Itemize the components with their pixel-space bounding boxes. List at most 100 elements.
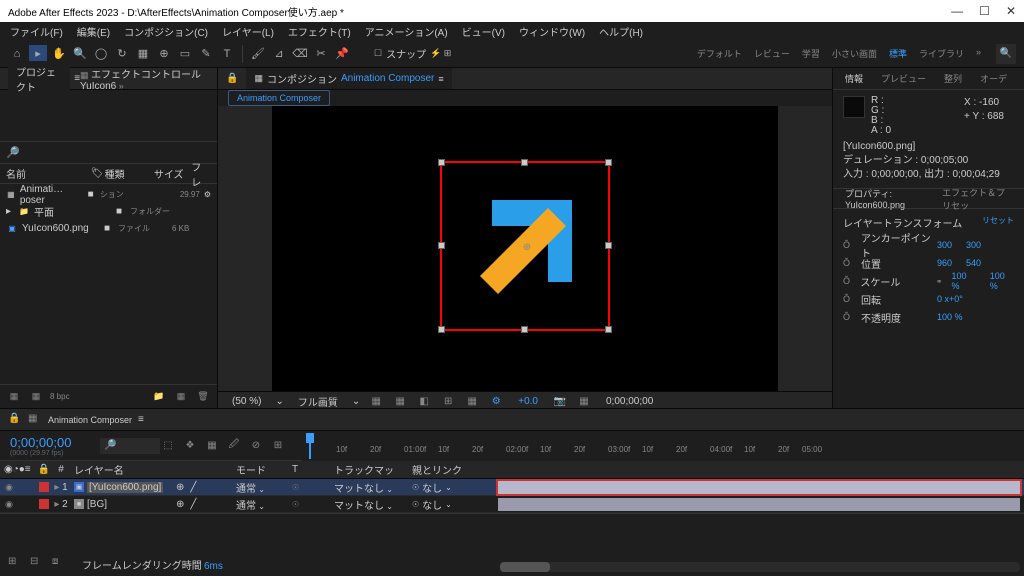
menu-file[interactable]: ファイル(F) <box>4 22 69 41</box>
new-comp-icon[interactable]: ▦ <box>173 389 189 405</box>
project-item[interactable]: ▸ 📁 平面 ■ フォルダー <box>0 203 217 220</box>
tl-btn[interactable]: ⬚ <box>160 438 176 454</box>
toggle-3d-icon[interactable]: ⧈ <box>52 556 68 572</box>
interpret-icon[interactable]: ▦ <box>6 389 22 405</box>
menu-edit[interactable]: 編集(E) <box>71 22 116 41</box>
timecode-input[interactable]: 0;00;00;00 <box>10 435 90 450</box>
current-time[interactable]: 0;00;00;00 <box>600 394 659 409</box>
navigator-handle[interactable] <box>500 562 550 572</box>
col-name[interactable]: 名前 <box>6 166 91 181</box>
eraser-tool[interactable]: ⌫ <box>291 45 309 63</box>
tl-btn[interactable]: ❖ <box>182 438 198 454</box>
layer-color[interactable] <box>39 482 49 492</box>
exposure-value[interactable]: +0.0 <box>512 394 544 409</box>
eye-icon[interactable]: ◉ <box>4 482 14 493</box>
layer-bar[interactable] <box>498 481 1020 494</box>
search-icon[interactable]: 🔍 <box>996 44 1016 64</box>
maximize-button[interactable]: ☐ <box>979 4 990 18</box>
menu-view[interactable]: ビュー(V) <box>456 22 511 41</box>
selection-box[interactable] <box>440 161 610 331</box>
eye-icon[interactable]: ◉ <box>4 499 14 510</box>
trash-icon[interactable]: 🗑 <box>195 389 211 405</box>
resize-handle[interactable] <box>438 326 445 333</box>
comp-breadcrumb[interactable]: Animation Composer <box>228 90 330 106</box>
project-item[interactable]: ▦ Animati…poser ■ ション 29.97 ⚙ <box>0 186 217 203</box>
tab-audio[interactable]: オーデ <box>972 69 1015 88</box>
bpc-button[interactable]: 8 bpc <box>50 389 70 405</box>
resize-handle[interactable] <box>438 242 445 249</box>
zoom-tool[interactable]: 🔍 <box>71 45 89 63</box>
lock-icon[interactable]: 🔒 <box>226 73 238 84</box>
reset-button[interactable]: リセット <box>982 215 1014 230</box>
toggle-switches-icon[interactable]: ⊞ <box>8 556 24 572</box>
col-type[interactable]: 種類 <box>105 166 154 181</box>
tl-btn[interactable]: 🖉 <box>226 438 242 454</box>
menu-help[interactable]: ヘルプ(H) <box>593 22 649 41</box>
prop-scale[interactable]: Ŏスケール⚭100 %100 % <box>843 272 1014 290</box>
fx-control-tab[interactable]: ▦ エフェクトコントロール YuIcon6 » <box>80 66 209 92</box>
ws-standard[interactable]: 標準 <box>889 47 907 60</box>
new-folder-icon[interactable]: 📁 <box>151 389 167 405</box>
ws-library[interactable]: ライブラリ <box>919 47 964 60</box>
ws-more[interactable]: » <box>976 47 981 60</box>
menu-composition[interactable]: コンポジション(C) <box>118 22 214 41</box>
layer-search[interactable]: 🔎 <box>100 438 160 454</box>
zoom-dropdown[interactable]: (50 %) <box>226 394 267 409</box>
tab-properties[interactable]: プロパティ: YuIcon600.png <box>839 185 936 212</box>
col-size[interactable]: サイズ <box>154 166 191 181</box>
brush-tool[interactable]: 🖌 <box>249 45 267 63</box>
tl-btn[interactable]: ⊞ <box>270 438 286 454</box>
layer-color[interactable] <box>39 499 49 509</box>
resize-handle[interactable] <box>605 326 612 333</box>
menu-layer[interactable]: レイヤー(L) <box>216 22 280 41</box>
playhead[interactable] <box>302 431 318 459</box>
text-tool[interactable]: T <box>218 45 236 63</box>
toggle-blend-icon[interactable]: ⊟ <box>30 556 46 572</box>
resize-handle[interactable] <box>521 326 528 333</box>
snap-toggle[interactable]: ☐ スナップ ⚡ ⊞ <box>374 46 451 61</box>
layer-row[interactable]: ◉ ▸ 2 ■[BG] ⊕╱ 通常 ⌄ ☉ マットなし ⌄ ☉ なし ⌄ <box>0 496 1024 513</box>
menu-animation[interactable]: アニメーション(A) <box>359 22 454 41</box>
resize-handle[interactable] <box>438 159 445 166</box>
project-item[interactable]: ▣ YuIcon600.png ■ ファイル 6 KB <box>0 220 217 237</box>
ws-review[interactable]: レビュー <box>754 47 790 60</box>
clone-tool[interactable]: ⊿ <box>270 45 288 63</box>
resize-handle[interactable] <box>605 159 612 166</box>
ws-default[interactable]: デフォルト <box>697 47 742 60</box>
comp-tab[interactable]: ▦ コンポジション Animation Composer ≡ <box>246 68 451 89</box>
search-icon[interactable]: 🔎 <box>6 146 20 159</box>
resize-handle[interactable] <box>605 242 612 249</box>
time-navigator[interactable] <box>500 562 1020 572</box>
rotate-tool[interactable]: ↻ <box>113 45 131 63</box>
ws-small[interactable]: 小さい画面 <box>832 47 877 60</box>
orbit-tool[interactable]: ◯ <box>92 45 110 63</box>
rect-tool[interactable]: ▭ <box>176 45 194 63</box>
tab-info[interactable]: 情報 <box>837 69 871 88</box>
layer-bar[interactable] <box>498 498 1020 511</box>
roto-tool[interactable]: ✂ <box>312 45 330 63</box>
prop-opacity[interactable]: Ŏ不透明度100 % <box>843 308 1014 326</box>
time-ruler[interactable]: 10f 20f 01:00f 10f 20f 02:00f 10f 20f 03… <box>302 431 1024 461</box>
timeline-tab[interactable]: Animation Composer <box>48 415 132 425</box>
puppet-tool[interactable]: 📌 <box>333 45 351 63</box>
camera-tool[interactable]: ▦ <box>134 45 152 63</box>
composition-viewer[interactable]: ⊕ <box>218 106 832 391</box>
anchor-tool[interactable]: ⊕ <box>155 45 173 63</box>
tl-btn[interactable]: ⊘ <box>248 438 264 454</box>
close-button[interactable]: ✕ <box>1006 4 1016 18</box>
prop-anchor[interactable]: Ŏアンカーポイント300300 <box>843 236 1014 254</box>
color-icon[interactable]: ▦ <box>28 389 44 405</box>
tab-preview[interactable]: プレビュー <box>873 69 934 88</box>
pen-tool[interactable]: ✎ <box>197 45 215 63</box>
ws-learn[interactable]: 学習 <box>802 47 820 60</box>
menu-window[interactable]: ウィンドウ(W) <box>513 22 591 41</box>
tab-align[interactable]: 整列 <box>936 69 970 88</box>
prop-rotation[interactable]: Ŏ回転0 x+0° <box>843 290 1014 308</box>
layer-row[interactable]: ◉ ▸ 1 ▣[YuIcon600.png] ⊕╱ 通常 ⌄ ☉ マットなし ⌄… <box>0 479 1024 496</box>
menu-effect[interactable]: エフェクト(T) <box>282 22 357 41</box>
resize-handle[interactable] <box>521 159 528 166</box>
prop-position[interactable]: Ŏ位置960540 <box>843 254 1014 272</box>
tl-btn[interactable]: ▦ <box>204 438 220 454</box>
minimize-button[interactable]: — <box>951 4 963 18</box>
lock-icon[interactable]: 🔒 <box>8 413 22 427</box>
